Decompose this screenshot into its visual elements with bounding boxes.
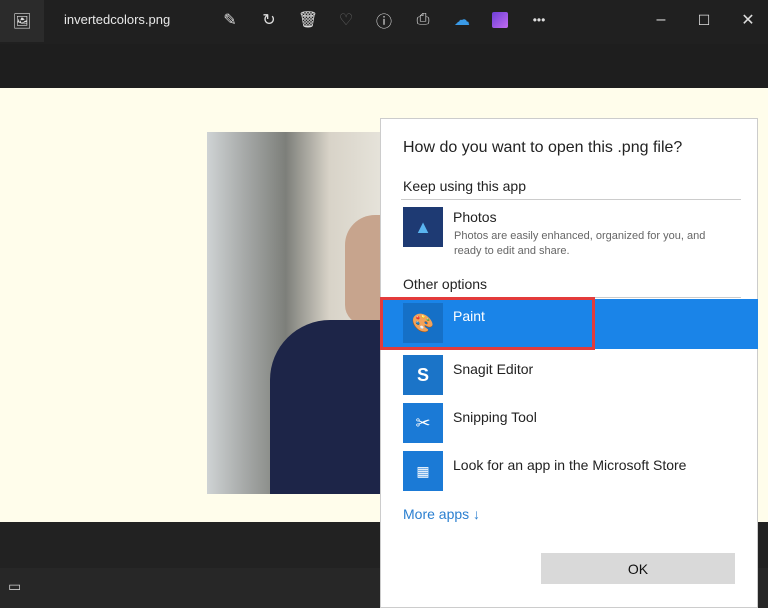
keep-using-heading: Keep using this app [403,178,526,194]
snagit-icon: S [403,355,443,395]
onedrive-icon[interactable]: ☁ [449,8,475,32]
rotate-icon[interactable]: ↻ [256,8,282,32]
other-options-heading: Other options [403,276,488,292]
divider [401,199,741,200]
option-snipping-tool[interactable]: ✂ Snipping Tool [381,399,758,447]
info-icon[interactable]: ⓘ [371,8,397,32]
print-icon[interactable]: ⎙ [410,8,436,32]
photo-face [345,215,382,325]
option-microsoft-store[interactable]: ▦ Look for an app in the Microsoft Store [381,447,758,495]
option-name: Look for an app in the Microsoft Store [453,457,687,473]
ok-button[interactable]: OK [541,553,735,584]
more-apps-link[interactable]: More apps ↓ [403,506,480,522]
toolbar-band [0,44,768,88]
more-options-button[interactable]: ••• [526,8,552,32]
clipchamp-icon[interactable] [492,12,508,28]
photos-desc: ready to edit and share. [454,245,570,257]
delete-icon[interactable]: 🗑 [295,8,321,32]
filmstrip-icon[interactable]: ▭ [8,578,21,595]
store-icon: ▦ [403,451,443,491]
photos-app-icon[interactable]: 🖼 [0,0,44,42]
snipping-tool-icon: ✂ [403,403,443,443]
photos-icon: ▲ [403,207,443,247]
maximize-button[interactable]: ☐ [691,8,717,32]
open-with-dialog: How do you want to open this .png file? … [380,118,758,608]
option-photos[interactable]: ▲ Photos Photos are easily enhanced, org… [381,203,758,263]
option-snagit[interactable]: S Snagit Editor [381,351,758,399]
edit-image-icon[interactable]: ✎ [217,8,243,32]
close-button[interactable]: ✕ [735,8,761,32]
title-bar: 🖼 invertedcolors.png ✎ ↻ 🗑 ♡ ⓘ ⎙ ☁ ••• –… [0,0,768,44]
photo-suit [270,320,382,494]
file-name: invertedcolors.png [64,12,171,27]
favorite-heart-icon[interactable]: ♡ [333,8,359,32]
option-name: Snagit Editor [453,361,534,377]
option-name: Snipping Tool [453,409,537,425]
photos-desc: Photos are easily enhanced, organized fo… [454,230,706,242]
option-name: Photos [453,209,497,225]
highlight-box [380,297,595,350]
dialog-title: How do you want to open this .png file? [403,139,683,156]
minimize-button[interactable]: – [648,8,674,32]
